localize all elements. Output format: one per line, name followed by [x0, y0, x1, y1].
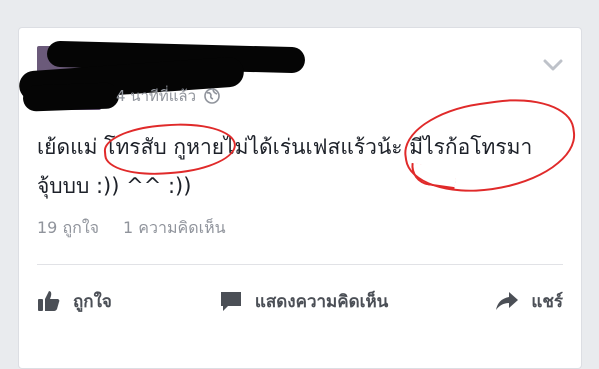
- comment-count[interactable]: 1 ความคิดเห็น: [123, 216, 226, 241]
- share-button[interactable]: แชร์: [495, 288, 563, 315]
- post-meta: 4 นาทีที่แล้ว: [116, 84, 220, 108]
- like-label: ถูกใจ: [73, 291, 112, 312]
- like-button[interactable]: ถูกใจ: [37, 288, 112, 315]
- post-stats: 19 ถูกใจ 1 ความคิดเห็น: [37, 216, 226, 241]
- post-card: 4 นาทีที่แล้ว เย้ดแม่ โทรสับ กูหายไม่ได้…: [18, 27, 582, 369]
- action-bar: ถูกใจ แสดงความคิดเห็น แชร์: [37, 278, 563, 324]
- divider: [37, 264, 563, 265]
- like-count[interactable]: 19 ถูกใจ: [37, 216, 99, 241]
- chevron-down-icon[interactable]: [543, 58, 563, 72]
- comment-icon: [220, 292, 241, 311]
- redaction-mark: [22, 82, 120, 112]
- comment-button[interactable]: แสดงความคิดเห็น: [219, 288, 388, 315]
- like-icon: [38, 291, 60, 311]
- comment-label: แสดงความคิดเห็น: [254, 291, 389, 312]
- share-label: แชร์: [531, 291, 563, 312]
- globe-icon[interactable]: [204, 88, 220, 104]
- post-timestamp[interactable]: 4 นาทีที่แล้ว: [116, 84, 196, 108]
- share-icon: [496, 292, 519, 310]
